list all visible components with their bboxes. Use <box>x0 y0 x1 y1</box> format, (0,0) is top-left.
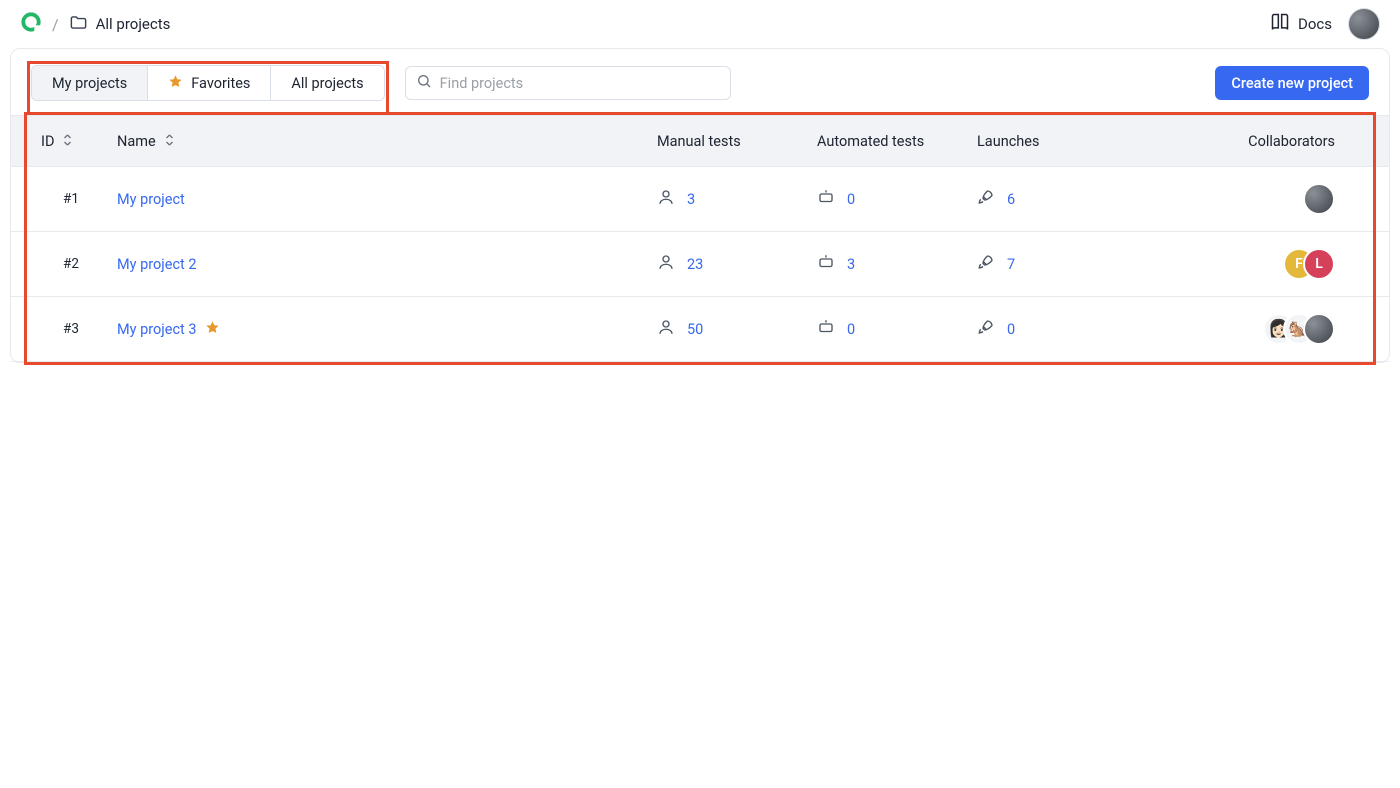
column-label: Manual tests <box>657 133 741 150</box>
column-header-id[interactable]: ID <box>25 133 117 150</box>
column-label: ID <box>41 133 54 150</box>
app-logo-icon[interactable] <box>20 11 42 37</box>
person-icon <box>657 188 675 210</box>
search-icon <box>416 73 432 93</box>
row-collaborators: FL <box>1201 248 1375 280</box>
tab-label: All projects <box>291 75 363 92</box>
count-cell: 50 <box>657 318 817 340</box>
robot-icon <box>817 318 835 340</box>
avatar-stack: 👩🏻🐿️ <box>1263 313 1335 345</box>
tab-favorites[interactable]: Favorites <box>148 66 271 100</box>
count-cell: 6 <box>977 188 1201 210</box>
star-icon[interactable] <box>205 320 220 339</box>
table-row: #3My project 3 50 0 0 👩🏻🐿️ <box>11 297 1389 362</box>
breadcrumb-separator: / <box>52 15 59 34</box>
row-id: #3 <box>25 321 117 337</box>
column-header-automated-tests: Automated tests <box>817 133 977 150</box>
column-label: Launches <box>977 133 1039 150</box>
count-cell: 23 <box>657 253 817 275</box>
rocket-icon <box>977 188 995 210</box>
top-bar: / All projects Docs <box>0 0 1400 48</box>
project-link[interactable]: My project <box>117 191 185 208</box>
row-id: #2 <box>25 256 117 272</box>
count-link[interactable]: 7 <box>1007 256 1015 273</box>
count-link[interactable]: 0 <box>1007 321 1015 338</box>
row-name: My project <box>117 191 657 208</box>
person-icon <box>657 253 675 275</box>
count-cell: 0 <box>817 188 977 210</box>
count-link[interactable]: 6 <box>1007 191 1015 208</box>
robot-icon <box>817 253 835 275</box>
tab-label: My projects <box>52 75 127 92</box>
column-header-name[interactable]: Name <box>117 133 657 150</box>
collaborator-avatar[interactable]: L <box>1303 248 1335 280</box>
docs-label: Docs <box>1298 15 1332 33</box>
project-link[interactable]: My project 2 <box>117 256 197 273</box>
row-collaborators: 👩🏻🐿️ <box>1201 313 1375 345</box>
column-label: Automated tests <box>817 133 924 150</box>
sort-icon <box>62 133 73 150</box>
star-icon <box>168 74 183 93</box>
controls-row: My projects Favorites All projects Creat… <box>11 49 1389 115</box>
tab-all-projects[interactable]: All projects <box>271 66 383 100</box>
column-header-manual-tests: Manual tests <box>657 133 817 150</box>
column-header-collaborators: Collaborators <box>1201 133 1375 150</box>
column-header-launches: Launches <box>977 133 1201 150</box>
row-id: #1 <box>25 191 117 207</box>
table-row: #2My project 2 23 3 7 FL <box>11 232 1389 297</box>
tab-my-projects[interactable]: My projects <box>32 66 148 100</box>
collaborator-avatar[interactable] <box>1303 313 1335 345</box>
tab-label: Favorites <box>191 75 250 92</box>
folder-icon <box>69 13 96 36</box>
book-icon <box>1270 12 1290 36</box>
rocket-icon <box>977 318 995 340</box>
table-header: ID Name Manual tests Automated tests Lau… <box>11 115 1389 167</box>
search-input[interactable] <box>440 75 720 92</box>
search-box[interactable] <box>405 66 731 100</box>
row-name: My project 3 <box>117 320 657 339</box>
user-avatar[interactable] <box>1348 8 1380 40</box>
project-link[interactable]: My project 3 <box>117 321 197 338</box>
count-cell: 7 <box>977 253 1201 275</box>
row-collaborators <box>1201 183 1375 215</box>
count-cell: 3 <box>817 253 977 275</box>
row-name: My project 2 <box>117 256 657 273</box>
collaborator-avatar[interactable] <box>1303 183 1335 215</box>
create-project-button[interactable]: Create new project <box>1215 66 1369 100</box>
column-label: Collaborators <box>1248 133 1335 150</box>
count-link[interactable]: 3 <box>847 256 855 273</box>
count-link[interactable]: 0 <box>847 191 855 208</box>
count-cell: 0 <box>977 318 1201 340</box>
count-link[interactable]: 0 <box>847 321 855 338</box>
projects-panel: My projects Favorites All projects Creat… <box>10 48 1390 363</box>
docs-link[interactable]: Docs <box>1270 12 1332 36</box>
count-link[interactable]: 3 <box>687 191 695 208</box>
sort-icon <box>164 133 175 150</box>
project-tabs: My projects Favorites All projects <box>31 65 385 101</box>
column-label: Name <box>117 133 156 150</box>
count-cell: 0 <box>817 318 977 340</box>
breadcrumb-current[interactable]: All projects <box>96 15 171 33</box>
table-row: #1My project 3 0 6 <box>11 167 1389 232</box>
robot-icon <box>817 188 835 210</box>
avatar-stack <box>1303 183 1335 215</box>
count-link[interactable]: 23 <box>687 256 703 273</box>
count-cell: 3 <box>657 188 817 210</box>
avatar-stack: FL <box>1283 248 1335 280</box>
person-icon <box>657 318 675 340</box>
count-link[interactable]: 50 <box>687 321 703 338</box>
table-body: #1My project 3 0 6 #2My project 2 23 3 7 FL #3My … <box>11 167 1389 362</box>
rocket-icon <box>977 253 995 275</box>
